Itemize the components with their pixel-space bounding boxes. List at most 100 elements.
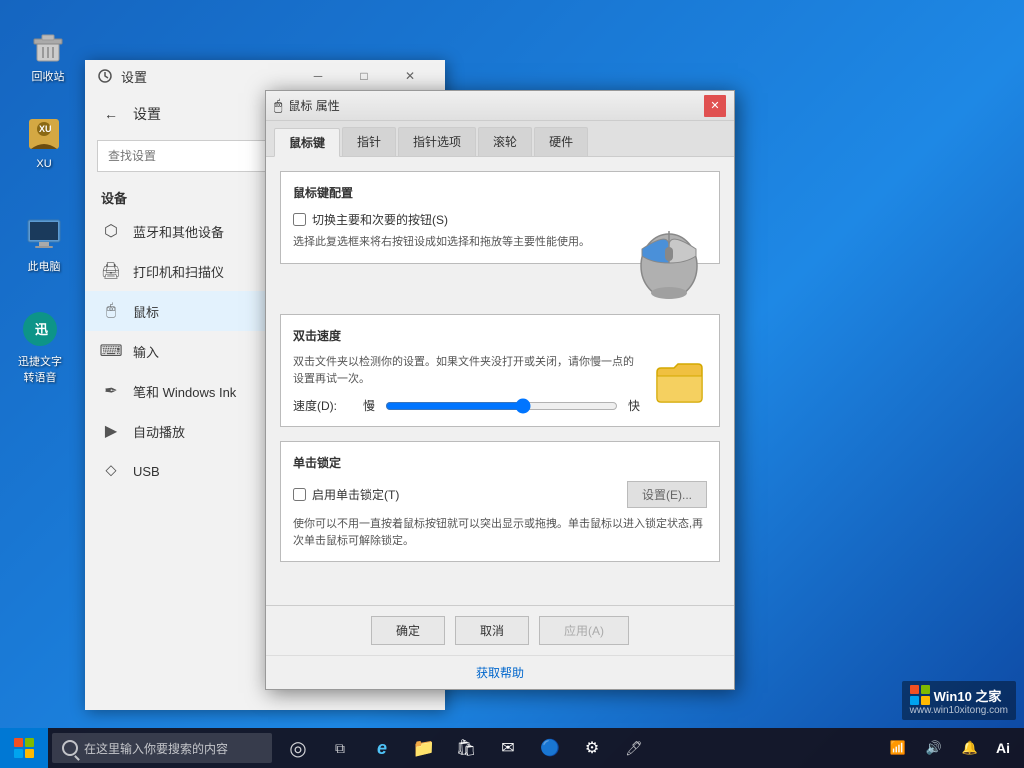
button-config-section: 鼠标键配置 — [280, 171, 720, 264]
desktop-icon-recycle[interactable]: 回收站 — [18, 20, 78, 88]
dialog-titlebar: 🖱 鼠标 属性 ✕ — [266, 91, 734, 121]
usb-label: USB — [133, 464, 160, 479]
single-click-settings-btn[interactable]: 设置(E)... — [627, 481, 707, 508]
double-click-desc: 双击文件夹以检测你的设置。如果文件夹没打开或关闭，请你慢一点的设置再试一次。 — [293, 354, 707, 387]
folder-illustration — [652, 354, 707, 409]
settings-title: 设置 — [121, 67, 147, 86]
settings-back-btn[interactable]: ← — [97, 100, 125, 128]
settings-close-btn[interactable]: ✕ — [387, 60, 433, 92]
desktop-icon-user[interactable]: XU XU — [14, 110, 74, 174]
tab-wheel[interactable]: 滚轮 — [478, 127, 532, 156]
single-click-checkbox-label[interactable]: 启用单击锁定(T) — [293, 486, 399, 503]
taskbar-search-box[interactable]: 在这里输入你要搜索的内容 — [52, 733, 272, 763]
bluetooth-icon: ⬡ — [101, 221, 121, 241]
user-label: XU — [36, 158, 51, 170]
autoplay-icon: ▶ — [101, 421, 121, 441]
dialog-ok-btn[interactable]: 确定 — [371, 616, 445, 645]
primary-secondary-label: 切换主要和次要的按钮(S) — [312, 211, 448, 228]
tab-pointers[interactable]: 指针 — [342, 127, 396, 156]
tray-network-icon[interactable]: 📶 — [882, 728, 914, 768]
dialog-tabs: 鼠标键 指针 指针选项 滚轮 硬件 — [266, 121, 734, 157]
computer-label: 此电脑 — [28, 258, 61, 274]
settings-maximize-btn[interactable]: □ — [341, 60, 387, 92]
win10-url: www.win10xitong.com — [910, 705, 1008, 716]
tray-notification-icon[interactable]: 🔔 — [954, 728, 986, 768]
dialog-content: 鼠标键配置 — [266, 157, 734, 605]
win10-brand: Win10 之家 — [910, 685, 1008, 705]
taskbar-cortana-btn[interactable]: ◎ — [278, 728, 318, 768]
taskbar-app2-btn[interactable]: 🔵 — [530, 728, 570, 768]
mouse-illustration — [632, 211, 707, 301]
speed-slider[interactable] — [385, 398, 618, 414]
settings-window-controls: ─ □ ✕ — [295, 60, 433, 92]
primary-secondary-checkbox-label[interactable]: 切换主要和次要的按钮(S) — [293, 211, 620, 228]
settings-nav-title: 设置 — [133, 104, 161, 124]
single-click-title: 单击锁定 — [293, 454, 707, 471]
dialog-footer: 确定 取消 应用(A) — [266, 605, 734, 655]
desktop-icon-computer[interactable]: 此电脑 — [14, 210, 74, 278]
taskbar-quick-icons: ◎ ⧉ e 📁 🛍 ✉ 🔵 ⚙ 🖊 — [278, 728, 654, 768]
dialog-cancel-btn[interactable]: 取消 — [455, 616, 529, 645]
primary-secondary-checkbox[interactable] — [293, 213, 306, 226]
taskbar-edge-btn[interactable]: e — [362, 728, 402, 768]
dialog-apply-btn[interactable]: 应用(A) — [539, 616, 629, 645]
settings-minimize-btn[interactable]: ─ — [295, 60, 341, 92]
taskbar-misc-btn[interactable]: 🖊 — [614, 728, 654, 768]
single-click-section: 单击锁定 启用单击锁定(T) 设置(E)... 使你可以不用一直按着鼠标按钮就可… — [280, 441, 720, 562]
usb-icon: ⬦ — [101, 461, 121, 481]
double-click-section: 双击速度 双击文件夹以检测你的设置。如果文件夹没打开或关闭，请你慢一点的设置再试… — [280, 314, 720, 427]
mouse-properties-dialog: 🖱 鼠标 属性 ✕ 鼠标键 指针 指针选项 滚轮 硬件 鼠标键配置 — [265, 90, 735, 690]
speed-slider-container[interactable] — [385, 398, 618, 414]
app-label: 迅捷文字转语音 — [14, 353, 66, 385]
keyboard-icon: ⌨ — [101, 341, 121, 361]
taskbar-system-tray: 📶 🔊 🔔 Ai — [882, 728, 1024, 768]
mouse-label: 鼠标 — [133, 302, 159, 321]
pen-label: 笔和 Windows Ink — [133, 382, 236, 401]
tray-ime-indicator[interactable]: Ai — [990, 740, 1016, 756]
speed-label: 速度(D): — [293, 397, 353, 414]
pen-icon: ✒ — [101, 381, 121, 401]
win10-brand-text: Win10 之家 — [934, 686, 1002, 705]
tab-hardware[interactable]: 硬件 — [534, 127, 588, 156]
taskbar-mail-btn[interactable]: ✉ — [488, 728, 528, 768]
recycle-bin-label: 回收站 — [32, 68, 65, 84]
single-click-checkbox[interactable] — [293, 488, 306, 501]
tab-pointer-options[interactable]: 指针选项 — [398, 127, 476, 156]
mouse-icon: 🖱 — [101, 301, 121, 321]
svg-text:XU: XU — [39, 124, 52, 134]
taskbar-store-btn[interactable]: 🛍 — [446, 728, 486, 768]
autoplay-label: 自动播放 — [133, 422, 185, 441]
desktop-icon-app[interactable]: 迅 迅捷文字转语音 — [10, 305, 70, 389]
input-label: 输入 — [133, 342, 159, 361]
speed-slider-row: 速度(D): 慢 快 — [293, 397, 640, 414]
single-click-label: 启用单击锁定(T) — [312, 486, 399, 503]
taskbar-taskview-btn[interactable]: ⧉ — [320, 728, 360, 768]
bluetooth-label: 蓝牙和其他设备 — [133, 222, 224, 241]
dialog-close-btn[interactable]: ✕ — [704, 95, 726, 117]
windows-logo-icon — [910, 685, 930, 705]
fast-label: 快 — [628, 397, 640, 414]
button-config-title: 鼠标键配置 — [293, 184, 707, 201]
tab-buttons[interactable]: 鼠标键 — [274, 128, 340, 157]
slow-label: 慢 — [363, 397, 375, 414]
dialog-help-link[interactable]: 获取帮助 — [266, 655, 734, 689]
start-button[interactable] — [0, 728, 48, 768]
printer-icon: 🖨 — [101, 261, 121, 281]
double-click-title: 双击速度 — [293, 327, 707, 344]
taskbar: 在这里输入你要搜索的内容 ◎ ⧉ e 📁 🛍 ✉ 🔵 ⚙ 🖊 📶 🔊 🔔 Ai — [0, 728, 1024, 768]
taskbar-settings-btn[interactable]: ⚙ — [572, 728, 612, 768]
printer-label: 打印机和扫描仪 — [133, 262, 224, 281]
tray-volume-icon[interactable]: 🔊 — [918, 728, 950, 768]
taskbar-search-icon — [62, 740, 78, 756]
win10-watermark: Win10 之家 www.win10xitong.com — [902, 681, 1016, 720]
dialog-mouse-icon: 🖱 — [274, 97, 282, 114]
settings-titlebar-icon — [97, 68, 113, 84]
desktop: 回收站 XU XU 此电脑 迅 — [0, 0, 1024, 768]
taskbar-explorer-btn[interactable]: 📁 — [404, 728, 444, 768]
taskbar-search-placeholder: 在这里输入你要搜索的内容 — [84, 740, 228, 757]
dialog-title: 鼠标 属性 — [288, 97, 704, 114]
svg-text:迅: 迅 — [35, 322, 48, 337]
single-click-desc: 使你可以不用一直按着鼠标按钮就可以突出显示或拖拽。单击鼠标以进入锁定状态,再次单… — [293, 516, 707, 549]
settings-titlebar: 设置 ─ □ ✕ — [85, 60, 445, 92]
start-logo-icon — [14, 738, 34, 758]
